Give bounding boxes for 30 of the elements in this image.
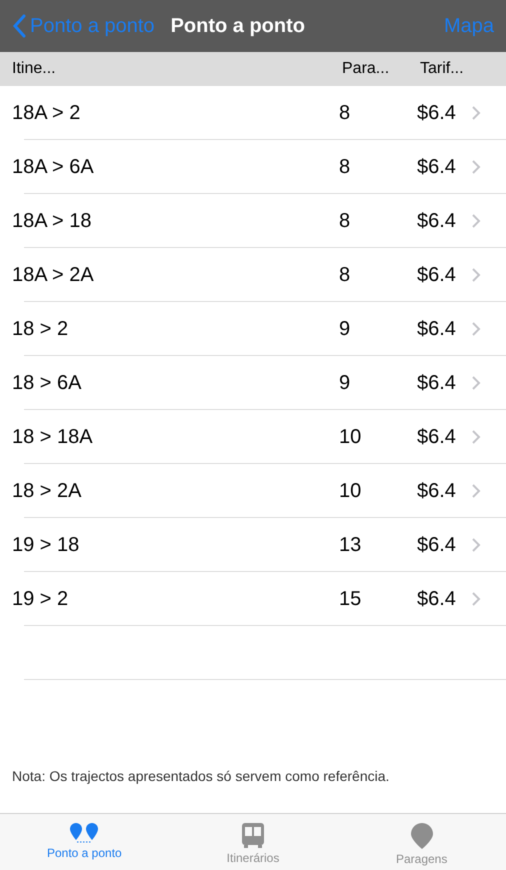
tab[interactable]: Ponto a ponto <box>0 814 169 870</box>
back-chevron-icon <box>12 14 26 38</box>
chevron-icon <box>471 537 481 553</box>
route-row[interactable]: 18 > 6A 9 $6.4 <box>0 356 506 410</box>
pin-icon <box>410 822 434 850</box>
route-row[interactable]: 18 > 2A 10 $6.4 <box>0 464 506 518</box>
route-row[interactable]: 18A > 2A 8 $6.4 <box>0 248 506 302</box>
column-header: Para... <box>342 59 390 79</box>
route-row[interactable]: 18A > 6A 8 $6.4 <box>0 140 506 194</box>
route-row[interactable]: 18 > 18A 10 $6.4 <box>0 410 506 464</box>
chevron-icon <box>471 267 481 283</box>
two-pins-icon <box>69 822 100 844</box>
chevron-icon <box>471 105 481 121</box>
chevron-icon <box>471 375 481 391</box>
note-text: Nota: Os trajectos apresentados só servem como referência. <box>11 767 390 786</box>
column-header: Itine... <box>12 59 57 79</box>
route-row[interactable]: 19 > 18 13 $6.4 <box>0 518 506 572</box>
chevron-icon <box>471 591 481 607</box>
route-row[interactable]: 19 > 2 15 $6.4 <box>0 572 506 626</box>
chevron-icon <box>471 159 481 175</box>
screen-title: Ponto a ponto <box>170 14 305 39</box>
chevron-icon <box>471 483 481 499</box>
bus-icon <box>240 822 266 849</box>
route-row[interactable]: 18A > 2 8 $6.4 <box>0 86 506 140</box>
route-row[interactable]: 18A > 18 8 $6.4 <box>0 194 506 248</box>
chevron-icon <box>471 321 481 337</box>
chevron-icon <box>471 213 481 229</box>
route-row[interactable]: 18 > 2 9 $6.4 <box>0 302 506 356</box>
column-header: Tarif... <box>420 59 465 79</box>
chevron-icon <box>471 429 481 445</box>
